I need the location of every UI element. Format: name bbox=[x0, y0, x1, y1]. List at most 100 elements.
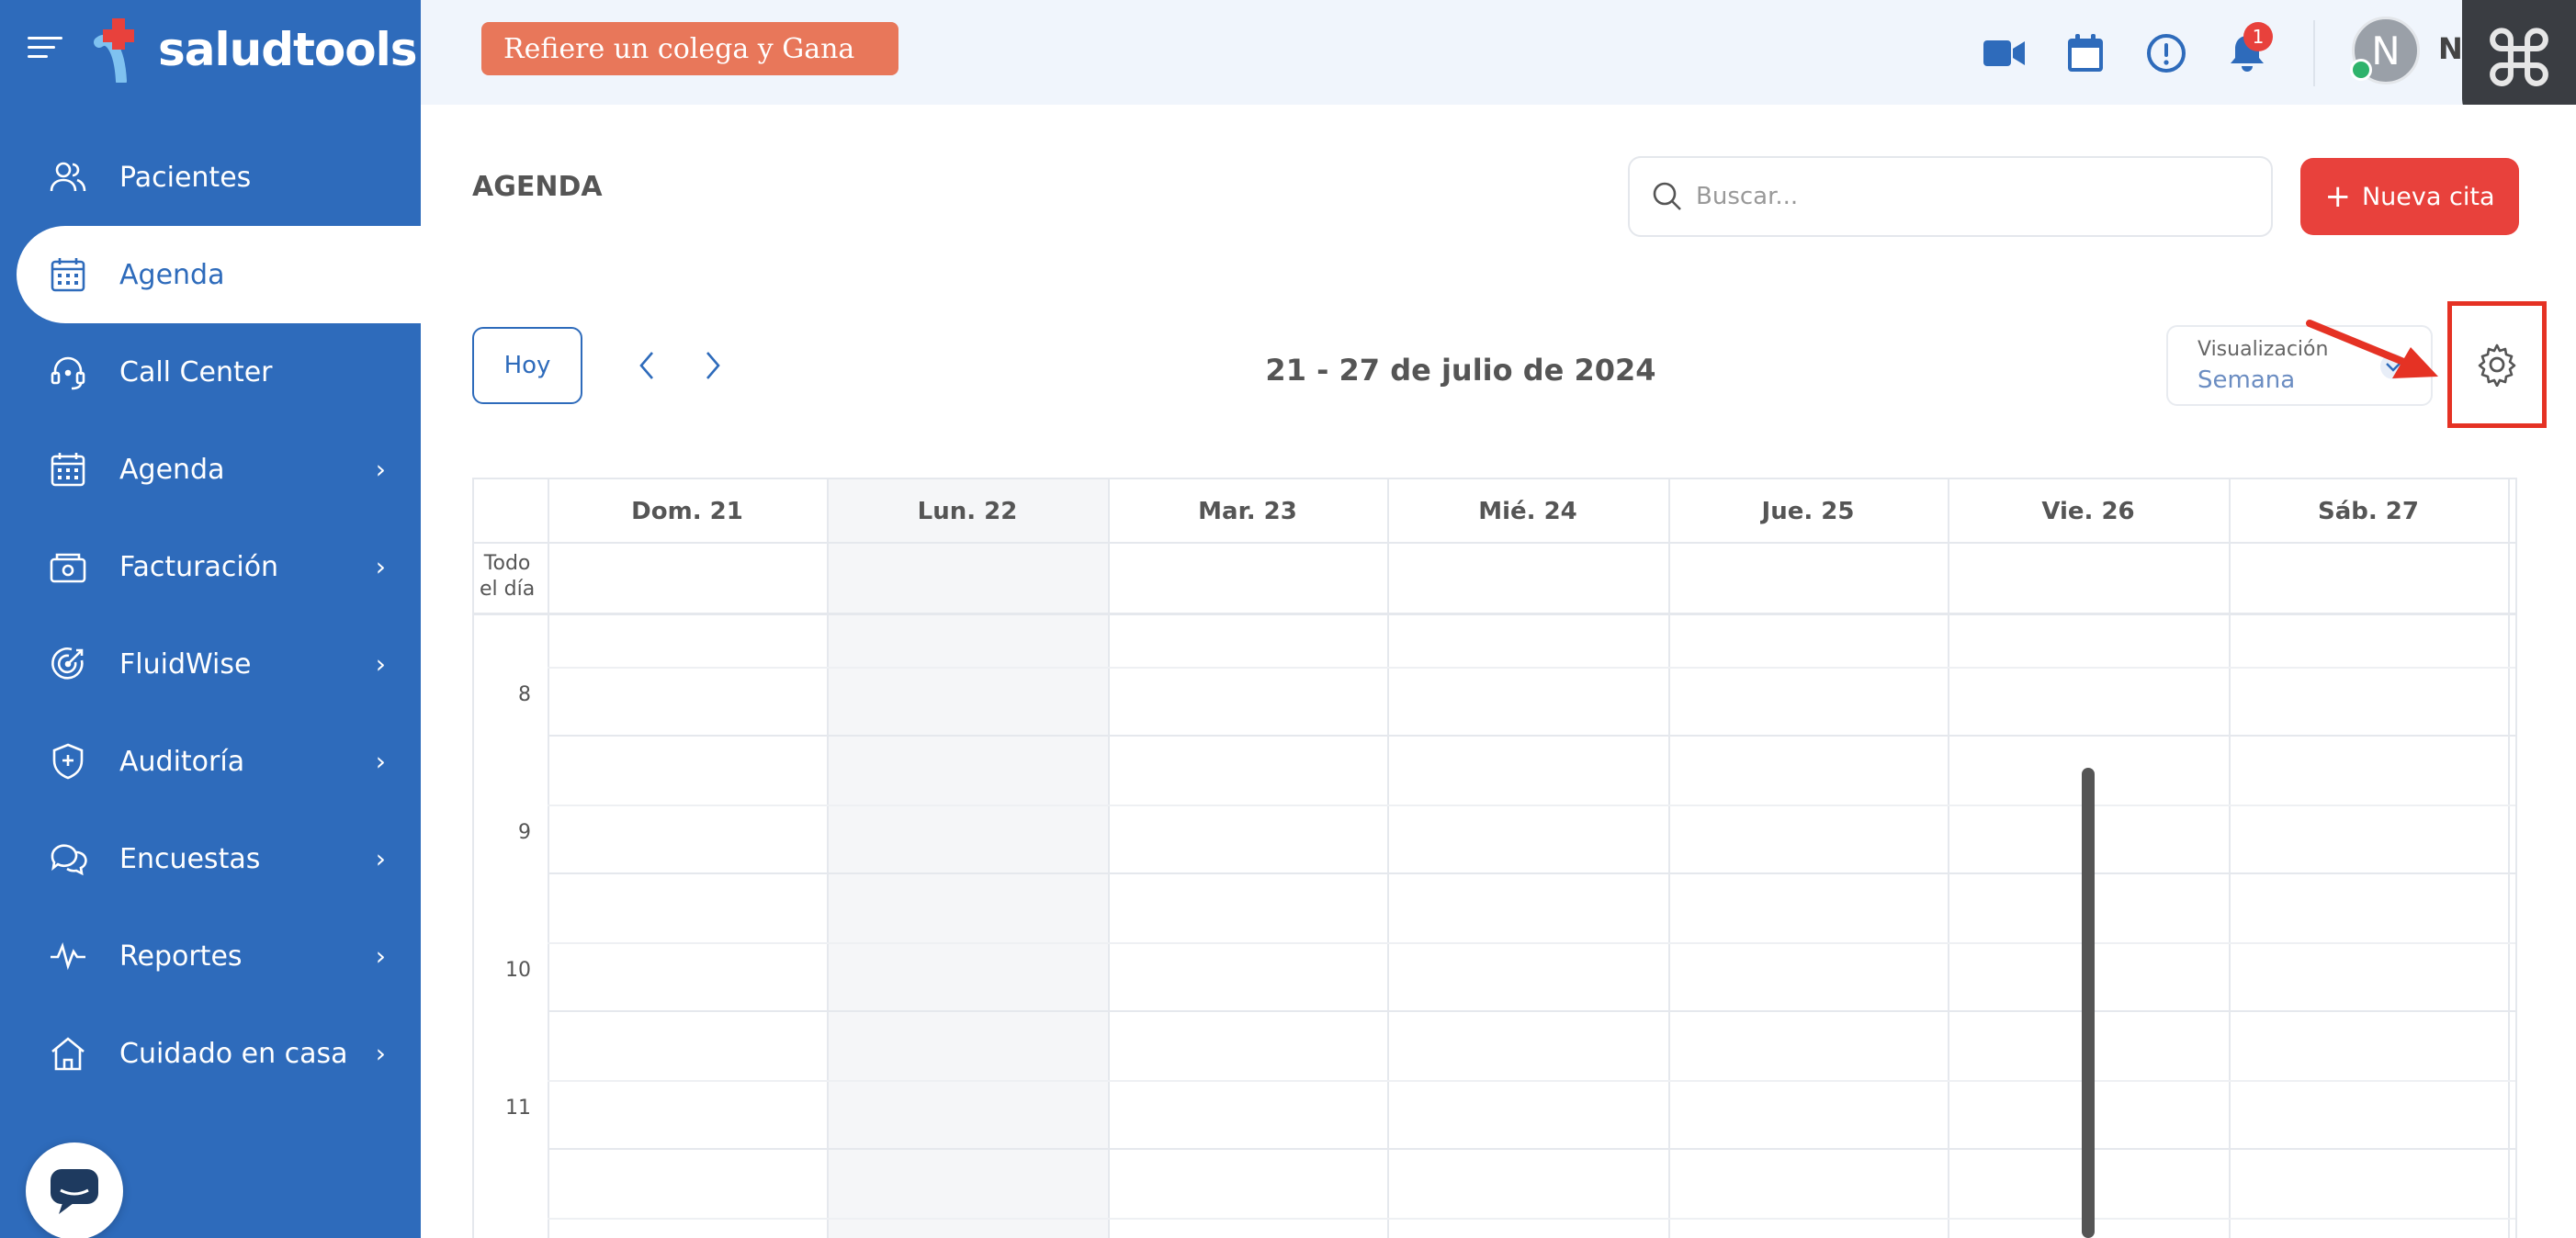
sidebar-item-label: Reportes bbox=[119, 940, 243, 973]
video-icon[interactable] bbox=[1983, 31, 2027, 75]
all-day-label: Todo el día bbox=[480, 551, 535, 602]
billing-icon bbox=[48, 546, 88, 587]
day-header[interactable]: Vie. 26 bbox=[1948, 479, 2229, 544]
page-title: AGENDA bbox=[472, 171, 603, 203]
chevron-right-icon: › bbox=[375, 1038, 386, 1069]
day-header[interactable]: Mar. 23 bbox=[1108, 479, 1387, 544]
chevron-right-icon: › bbox=[375, 648, 386, 680]
saludtools-logo-icon bbox=[90, 17, 156, 86]
calendar-header-row: Dom. 21 Lun. 22 Mar. 23 Mié. 24 Jue. 25 … bbox=[474, 479, 2515, 544]
time-slot-line bbox=[548, 667, 2515, 669]
search-placeholder: Buscar... bbox=[1696, 183, 1799, 210]
sidebar-item-agenda-menu[interactable]: Agenda › bbox=[0, 421, 421, 518]
sidebar-item-pacientes[interactable]: Pacientes bbox=[0, 129, 421, 226]
sidebar-item-cuidado-en-casa[interactable]: Cuidado en casa › bbox=[0, 1005, 421, 1102]
sidebar-item-call-center[interactable]: Call Center bbox=[0, 323, 421, 421]
search-icon bbox=[1653, 182, 1681, 210]
all-day-label-line1: Todo bbox=[483, 552, 531, 575]
plus-icon: + bbox=[2324, 178, 2351, 215]
calendar-icon[interactable] bbox=[2063, 31, 2107, 75]
week-calendar: Dom. 21 Lun. 22 Mar. 23 Mié. 24 Jue. 25 … bbox=[472, 478, 2517, 1238]
vertical-scrollbar[interactable] bbox=[2082, 768, 2095, 1238]
column-divider bbox=[1668, 479, 1670, 1238]
sidebar-item-reportes[interactable]: Reportes › bbox=[0, 907, 421, 1005]
column-divider bbox=[2508, 479, 2510, 1238]
sidebar-item-agenda-active[interactable]: Agenda bbox=[17, 226, 421, 323]
hour-label: 11 bbox=[505, 1097, 531, 1120]
topbar: Refiere un colega y Gana 1 N N bbox=[421, 0, 2576, 105]
gear-icon bbox=[2478, 343, 2516, 387]
sidebar-item-label: Cuidado en casa bbox=[119, 1037, 348, 1070]
day-header[interactable]: Dom. 21 bbox=[548, 479, 827, 544]
time-slot-line bbox=[548, 1218, 2515, 1220]
time-slot-line bbox=[548, 735, 2515, 737]
patients-icon bbox=[48, 157, 88, 197]
chevron-right-icon: › bbox=[375, 746, 386, 777]
sidebar: saludtools Pacientes Agenda Call Center … bbox=[0, 0, 421, 1238]
sidebar-item-auditoria[interactable]: Auditoría › bbox=[0, 713, 421, 810]
alert-circle-icon[interactable] bbox=[2144, 31, 2188, 75]
all-day-row: Todo el día bbox=[474, 544, 2515, 615]
main-content: AGENDA Buscar... + Nueva cita Hoy 21 - 2… bbox=[421, 105, 2576, 1238]
sidebar-nav: Pacientes Agenda Call Center Agenda › Fa… bbox=[0, 129, 421, 1102]
online-status-dot bbox=[2350, 59, 2372, 81]
chevron-right-icon: › bbox=[375, 940, 386, 972]
sidebar-item-label: Pacientes bbox=[119, 161, 252, 194]
annotation-arrow bbox=[2306, 320, 2438, 378]
bell-icon[interactable]: 1 bbox=[2225, 22, 2273, 75]
sidebar-item-label: Auditoría bbox=[119, 745, 245, 778]
time-slot-line bbox=[548, 872, 2515, 874]
chat-icon bbox=[51, 1169, 98, 1214]
support-chat-button[interactable] bbox=[26, 1142, 123, 1238]
time-slot-line bbox=[548, 942, 2515, 944]
day-header[interactable]: Mié. 24 bbox=[1387, 479, 1668, 544]
time-slot-line bbox=[548, 1148, 2515, 1150]
chevron-right-icon: › bbox=[375, 551, 386, 582]
sidebar-item-label: Call Center bbox=[119, 355, 273, 388]
time-slot-line bbox=[548, 1080, 2515, 1082]
time-slot-line bbox=[548, 805, 2515, 806]
shield-plus-icon bbox=[48, 741, 88, 782]
column-divider bbox=[548, 479, 549, 1238]
brand-logo[interactable]: saludtools bbox=[90, 17, 418, 86]
headset-icon bbox=[48, 352, 88, 392]
sidebar-item-label: FluidWise bbox=[119, 647, 252, 681]
sidebar-item-label: Agenda bbox=[119, 453, 225, 486]
home-icon bbox=[48, 1033, 88, 1074]
day-header[interactable]: Sáb. 27 bbox=[2229, 479, 2508, 544]
day-header[interactable]: Jue. 25 bbox=[1668, 479, 1948, 544]
calendar-icon bbox=[48, 254, 88, 295]
all-day-label-line2: el día bbox=[480, 578, 536, 601]
sidebar-item-fluidwise[interactable]: FluidWise › bbox=[0, 615, 421, 713]
topbar-divider bbox=[2313, 20, 2315, 86]
calendar-settings-button[interactable] bbox=[2447, 301, 2547, 428]
hour-label: 8 bbox=[518, 683, 531, 706]
target-icon bbox=[48, 644, 88, 684]
hour-label: 10 bbox=[505, 959, 531, 982]
search-input[interactable]: Buscar... bbox=[1628, 156, 2273, 237]
referral-button[interactable]: Refiere un colega y Gana bbox=[481, 22, 898, 75]
username[interactable]: N bbox=[2438, 31, 2463, 66]
time-slot-line bbox=[548, 1010, 2515, 1012]
command-key-icon: ⌘ bbox=[2462, 0, 2576, 119]
day-header[interactable]: Lun. 22 bbox=[827, 479, 1108, 544]
new-appointment-label: Nueva cita bbox=[2361, 182, 2495, 211]
column-divider bbox=[1948, 479, 1949, 1238]
sidebar-item-facturacion[interactable]: Facturación › bbox=[0, 518, 421, 615]
column-divider bbox=[1387, 479, 1389, 1238]
sidebar-item-encuestas[interactable]: Encuestas › bbox=[0, 810, 421, 907]
chevron-right-icon: › bbox=[375, 454, 386, 485]
hour-label: 9 bbox=[518, 821, 531, 844]
brand-name: saludtools bbox=[158, 23, 418, 76]
menu-toggle-icon[interactable] bbox=[28, 37, 62, 62]
pulse-icon bbox=[48, 936, 88, 976]
chat-bubbles-icon bbox=[48, 838, 88, 879]
column-divider bbox=[1108, 479, 1110, 1238]
calendar-icon bbox=[48, 449, 88, 490]
new-appointment-button[interactable]: + Nueva cita bbox=[2300, 158, 2519, 235]
sidebar-item-label: Encuestas bbox=[119, 842, 261, 875]
column-divider bbox=[827, 479, 829, 1238]
sidebar-item-label: Facturación bbox=[119, 550, 279, 583]
notification-badge: 1 bbox=[2243, 22, 2273, 51]
column-divider bbox=[2229, 479, 2231, 1238]
